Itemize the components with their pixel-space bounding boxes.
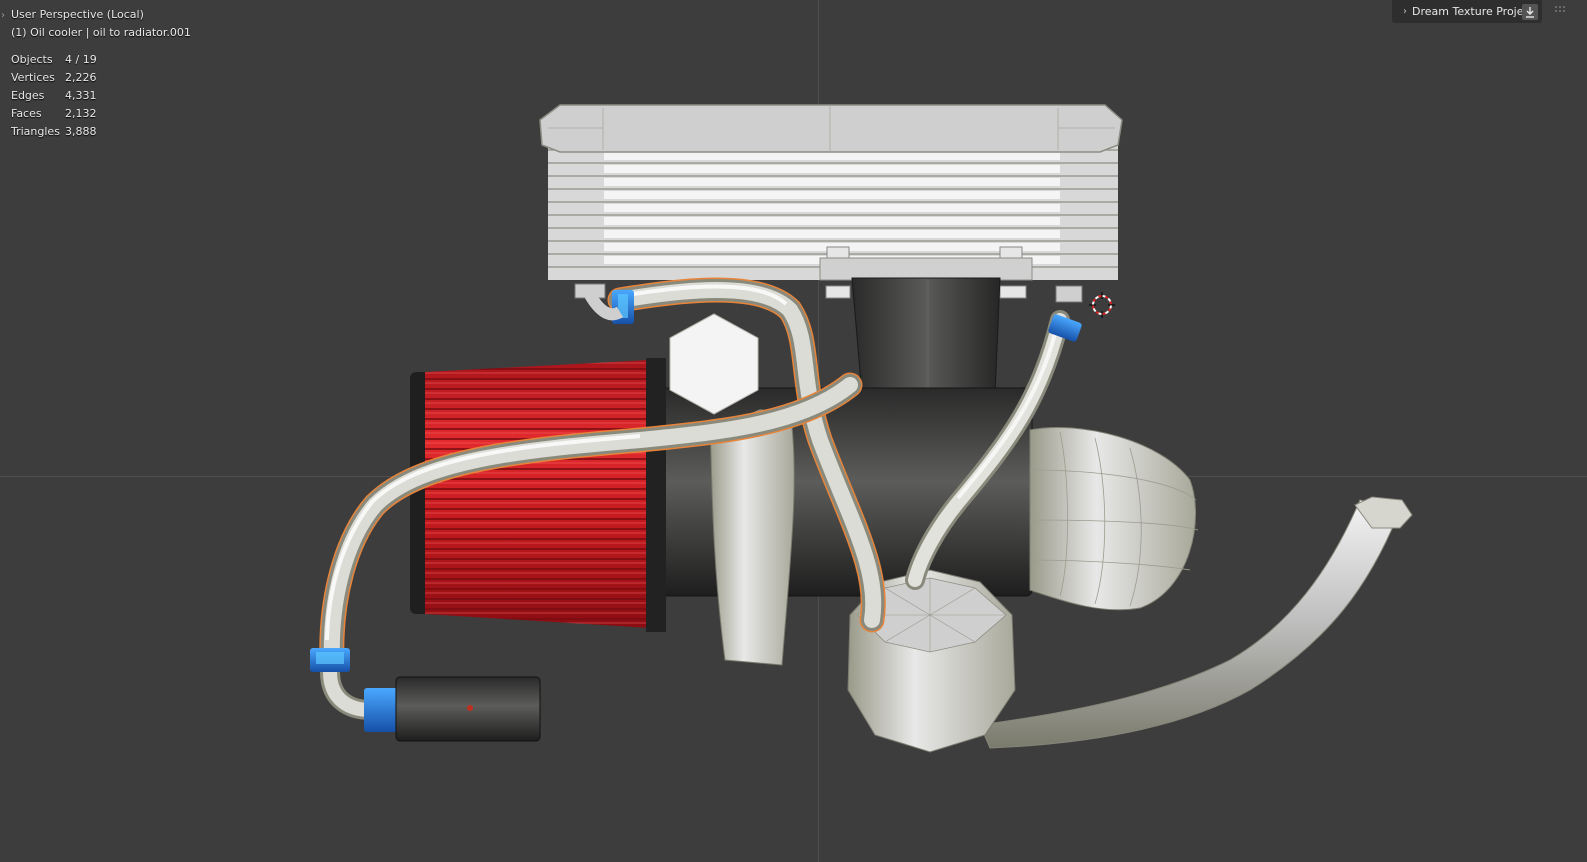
stat-row: Vertices 2,226 [11, 69, 97, 87]
panel-title: Dream Texture Projec [1412, 5, 1522, 18]
stat-label: Triangles [11, 125, 60, 138]
stat-row: Triangles 3,888 [11, 123, 97, 141]
stat-value: 4 / 19 [65, 53, 97, 66]
scene-statistics: Objects 4 / 19 Vertices 2,226 Edges 4,33… [11, 51, 97, 141]
dream-texture-panel-header[interactable]: › Dream Texture Projec [1392, 0, 1542, 23]
intake-pipe[interactable] [709, 409, 795, 666]
panel-drag-grip-icon[interactable] [1550, 4, 1580, 16]
oil-cooler[interactable] [539, 104, 1123, 299]
stat-row: Edges 4,331 [11, 87, 97, 105]
viewport-info: User Perspective (Local) (1) Oil cooler … [11, 6, 191, 42]
stat-value: 3,888 [65, 125, 97, 138]
stat-label: Faces [11, 107, 42, 120]
stat-label: Edges [11, 89, 45, 102]
stat-value: 2,132 [65, 107, 97, 120]
inlet-cylinder[interactable] [395, 676, 541, 742]
engine-scene[interactable] [0, 0, 1587, 862]
3d-viewport[interactable] [0, 0, 1587, 862]
active-object-name: (1) Oil cooler | oil to radiator.001 [11, 26, 191, 39]
download-icon[interactable] [1522, 3, 1538, 20]
stat-value: 4,331 [65, 89, 97, 102]
compressor-outlet[interactable] [1029, 427, 1199, 611]
stat-label: Objects [11, 53, 53, 66]
cooler-fitting-left [574, 283, 634, 324]
3d-cursor-icon[interactable] [1089, 292, 1115, 318]
toolbar-expand-icon[interactable]: › [1, 10, 5, 21]
stat-row: Objects 4 / 19 [11, 51, 97, 69]
view-name: User Perspective (Local) [11, 8, 144, 21]
stat-label: Vertices [11, 71, 55, 84]
stat-value: 2,226 [65, 71, 97, 84]
chevron-right-icon[interactable]: › [1398, 6, 1412, 17]
air-filter[interactable] [425, 358, 666, 632]
lower-hose-fittings [310, 648, 398, 732]
stat-row: Faces 2,132 [11, 105, 97, 123]
